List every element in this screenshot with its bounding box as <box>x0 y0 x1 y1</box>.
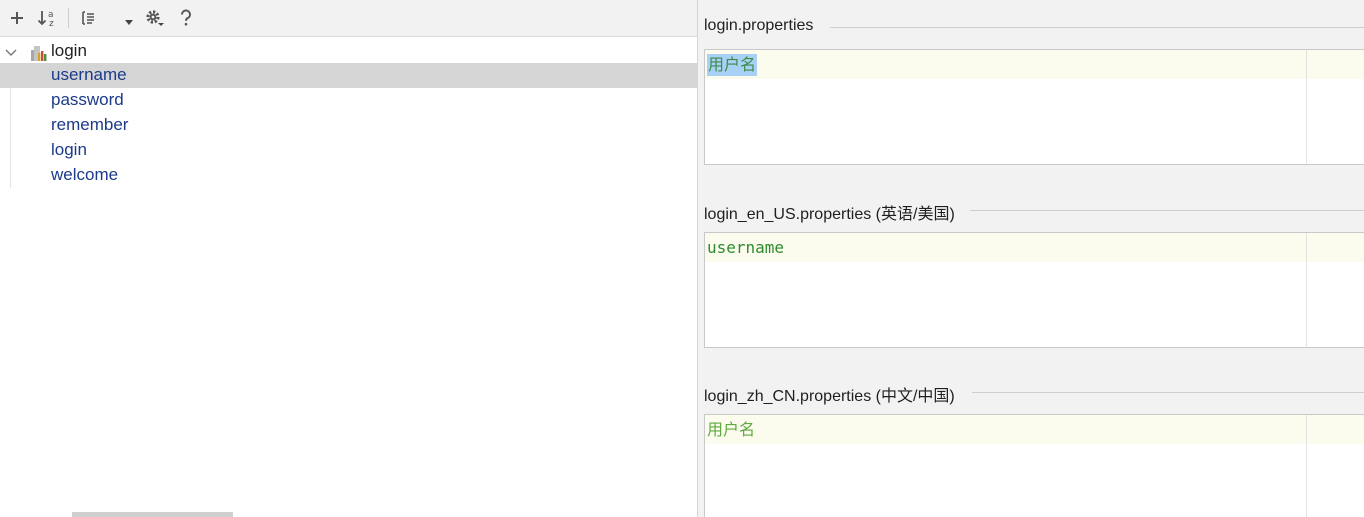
value-editor-zh-cn[interactable]: 用户名 <box>704 414 1364 517</box>
value-editor-default[interactable]: 用户名 <box>704 49 1364 165</box>
help-icon[interactable] <box>176 6 196 30</box>
tree-item-welcome[interactable]: welcome <box>0 163 697 188</box>
tree-item-login[interactable]: login <box>0 138 697 163</box>
horizontal-scrollbar[interactable] <box>72 512 233 517</box>
tree-item-label: password <box>51 90 124 109</box>
gear-icon[interactable] <box>142 6 166 30</box>
svg-text:z: z <box>49 19 54 28</box>
property-values-pane: login.properties 用户名 login_en_US.propert… <box>698 0 1364 517</box>
sort-alpha-icon[interactable]: a z <box>36 6 60 30</box>
resource-bundle-editor: a z login username password remember log… <box>0 0 1364 517</box>
tree-item-username[interactable]: username <box>0 63 697 88</box>
tree-root-login[interactable]: login <box>0 39 697 63</box>
value-text[interactable]: 用户名 <box>707 54 758 76</box>
list-view-icon[interactable] <box>78 6 100 30</box>
tree-item-label: login <box>51 140 87 159</box>
tree-item-label: username <box>51 65 127 84</box>
current-line <box>705 50 1364 79</box>
right-margin-guide <box>1306 233 1307 347</box>
tree-item-remember[interactable]: remember <box>0 113 697 138</box>
current-line <box>705 415 1364 444</box>
tree-toolbar: a z <box>0 0 697 37</box>
chevron-down-icon[interactable] <box>5 45 17 63</box>
right-margin-guide <box>1306 50 1307 164</box>
toolbar-separator <box>68 8 69 28</box>
value-text[interactable]: username <box>707 237 784 259</box>
value-editor-en-us[interactable]: username <box>704 232 1364 348</box>
section-divider <box>972 392 1364 393</box>
tree-item-label: remember <box>51 115 129 134</box>
section-title: login_zh_CN.properties (中文/中国) <box>704 388 955 405</box>
section-title: login_en_US.properties (英语/美国) <box>704 206 955 223</box>
value-text[interactable]: 用户名 <box>707 419 755 441</box>
dropdown-arrow-icon[interactable] <box>122 16 136 30</box>
tree-item-label: welcome <box>51 165 119 184</box>
plus-icon[interactable] <box>6 6 28 30</box>
property-tree-pane: a z login username password remember log… <box>0 0 698 517</box>
section-title: login.properties <box>704 17 814 34</box>
tree-item-password[interactable]: password <box>0 88 697 113</box>
section-divider <box>970 210 1364 211</box>
right-margin-guide <box>1306 415 1307 517</box>
section-divider <box>830 27 1364 28</box>
current-line <box>705 233 1364 262</box>
tree-root-label: login <box>51 41 87 60</box>
